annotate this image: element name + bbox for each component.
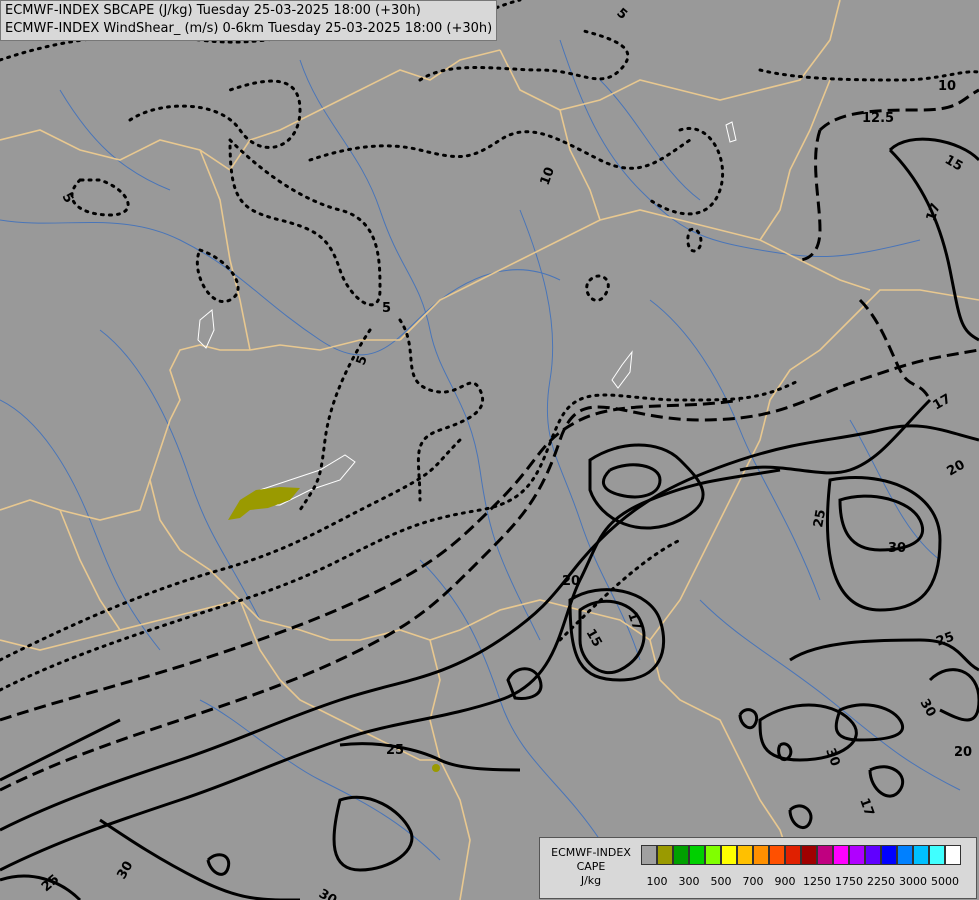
contour-label-5: 5: [382, 301, 391, 316]
contour-label-20: 20: [562, 574, 580, 589]
contour-label-12-5: 12.5: [862, 111, 894, 126]
weather-map: 5 5 5 5 10 10 12.5 15 15 17 17 17 17 20 …: [0, 0, 979, 900]
cape-area-small: [432, 764, 440, 772]
legend-tick-label: 3000: [899, 875, 927, 888]
legend-tick-label: 1250: [803, 875, 831, 888]
legend-swatch: [689, 845, 705, 865]
legend-tick-label: 900: [774, 875, 796, 888]
legend-swatch: [657, 845, 673, 865]
contour-label-25: 25: [811, 508, 829, 528]
cape-legend: ECMWF-INDEX CAPE J/kg 100 300 500 700 900 125…: [539, 837, 977, 899]
legend-swatch: [641, 845, 657, 865]
contour-label-20: 20: [954, 745, 972, 760]
contour-label-30: 30: [888, 541, 906, 556]
legend-swatch: [865, 845, 881, 865]
contour-label-25: 25: [386, 743, 404, 758]
legend-swatch: [913, 845, 929, 865]
legend-ticks: 100 300 500 700 900 1250 1750 2250 3000 5000: [540, 875, 976, 889]
legend-swatch: [897, 845, 913, 865]
legend-swatch: [801, 845, 817, 865]
legend-swatches: [641, 845, 961, 865]
legend-tick-label: 300: [678, 875, 700, 888]
legend-swatch: [817, 845, 833, 865]
map-title-box: ECMWF-INDEX SBCAPE (J/kg) Tuesday 25-03-…: [0, 0, 498, 41]
legend-tick-label: 100: [646, 875, 668, 888]
legend-swatch: [737, 845, 753, 865]
legend-swatch: [705, 845, 721, 865]
legend-tick-label: 700: [742, 875, 764, 888]
legend-title-model: ECMWF-INDEX: [551, 846, 631, 859]
legend-tick-label: 500: [710, 875, 732, 888]
legend-title-param: CAPE: [576, 860, 606, 873]
legend-swatch: [753, 845, 769, 865]
legend-swatch: [785, 845, 801, 865]
legend-tick-label: 2250: [867, 875, 895, 888]
legend-tick-label: 1750: [835, 875, 863, 888]
legend-swatch: [945, 845, 961, 865]
legend-swatch: [721, 845, 737, 865]
legend-swatch: [881, 845, 897, 865]
legend-swatch: [769, 845, 785, 865]
legend-swatch: [673, 845, 689, 865]
legend-swatch: [833, 845, 849, 865]
map-title-cape: ECMWF-INDEX SBCAPE (J/kg) Tuesday 25-03-…: [5, 3, 421, 18]
legend-swatch: [929, 845, 945, 865]
map-title-windshear: ECMWF-INDEX WindShear_ (m/s) 0-6km Tuesd…: [5, 21, 493, 36]
legend-tick-label: 5000: [931, 875, 959, 888]
legend-swatch: [849, 845, 865, 865]
contour-label-10: 10: [938, 79, 956, 94]
